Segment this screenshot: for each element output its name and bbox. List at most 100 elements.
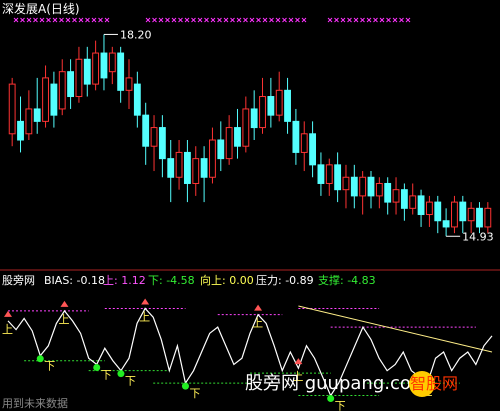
candle xyxy=(442,208,450,237)
candle-body xyxy=(292,120,300,153)
candle-body xyxy=(17,120,24,141)
candle xyxy=(200,146,208,203)
candle xyxy=(451,195,458,234)
candle xyxy=(476,202,483,234)
down-label: 下 xyxy=(189,387,200,400)
candle xyxy=(17,96,24,153)
candle-body xyxy=(300,133,308,153)
candle-body xyxy=(225,127,233,160)
candle xyxy=(67,59,75,109)
candle xyxy=(125,59,133,109)
up-arrow-marker xyxy=(4,310,12,317)
signal-x-mark xyxy=(379,17,385,23)
candle xyxy=(484,202,492,234)
signal-x-mark xyxy=(249,17,255,23)
candle xyxy=(242,96,250,153)
signal-x-mark xyxy=(269,17,274,23)
candle xyxy=(42,65,49,128)
candle-body xyxy=(175,151,183,178)
candle xyxy=(359,171,367,215)
candle xyxy=(267,77,275,128)
signal-x-mark xyxy=(197,17,203,23)
candle xyxy=(409,183,417,215)
candle xyxy=(292,108,300,165)
signal-x-mark xyxy=(98,17,103,23)
candle xyxy=(392,177,400,215)
candle-body xyxy=(200,158,208,178)
signal-x-mark xyxy=(366,17,372,23)
candle xyxy=(158,115,166,178)
candle-body xyxy=(309,133,317,166)
header-site: 股旁网 xyxy=(2,273,35,287)
signal-x-mark xyxy=(204,17,209,23)
signal-x-mark xyxy=(230,17,235,23)
candle xyxy=(58,59,66,116)
candle-body xyxy=(108,52,116,73)
candle-body xyxy=(8,83,16,135)
candle xyxy=(234,108,241,159)
candle-body xyxy=(209,139,216,178)
candle-body xyxy=(451,201,458,228)
candle xyxy=(83,46,91,97)
signal-x-mark xyxy=(65,17,71,23)
signal-x-mark xyxy=(223,17,229,23)
header-up: 上: 1.12 xyxy=(103,274,146,287)
down-dot-marker xyxy=(117,370,125,378)
signal-x-mark xyxy=(20,17,25,23)
down-dot-marker xyxy=(93,363,101,371)
candle-body xyxy=(25,108,33,135)
signal-x-mark xyxy=(13,17,19,23)
down-label: 下 xyxy=(101,368,112,381)
candle-body xyxy=(100,52,108,79)
signal-x-mark xyxy=(282,17,287,23)
signal-x-mark xyxy=(158,17,164,23)
candle xyxy=(250,90,258,140)
signal-x-mark xyxy=(210,17,216,23)
signal-x-mark xyxy=(178,17,183,23)
candle-body xyxy=(192,158,200,184)
candle xyxy=(8,77,16,147)
signal-x-mark xyxy=(275,17,281,23)
candle-body xyxy=(476,207,483,228)
signal-x-mark xyxy=(104,17,110,23)
candle xyxy=(350,164,358,209)
signal-x-mark xyxy=(72,17,77,23)
down-dot-marker xyxy=(36,355,44,363)
chart-canvas: 深发展A(日线) 股旁网 BIAS: -0.18 上: 1.12 下: -4.5… xyxy=(0,1,500,411)
candle xyxy=(342,164,350,209)
candle-body xyxy=(434,201,442,222)
candle-body xyxy=(183,151,191,184)
signal-x-mark xyxy=(392,17,398,23)
candle xyxy=(175,140,183,190)
signal-x-mark xyxy=(59,17,64,23)
signal-x-mark xyxy=(288,17,294,23)
candle xyxy=(367,171,375,209)
candle xyxy=(133,71,141,128)
max-annotation: 18.20 xyxy=(103,28,152,41)
signal-x-mark xyxy=(52,17,58,23)
signal-marks xyxy=(13,17,411,23)
candle xyxy=(108,46,116,85)
candle-body xyxy=(33,108,41,122)
header-xiangshang: 向上: 0.00 xyxy=(200,273,254,287)
candle xyxy=(417,189,425,227)
candle-body xyxy=(117,52,125,91)
candle-body xyxy=(259,96,266,129)
candle-body xyxy=(425,201,433,216)
signal-x-mark xyxy=(165,17,170,23)
signal-x-mark xyxy=(78,17,84,23)
candle-body xyxy=(459,201,467,222)
down-label: 下 xyxy=(125,375,136,388)
candle-body xyxy=(334,164,342,191)
candle-body xyxy=(325,164,333,184)
candle-body xyxy=(217,139,225,160)
candle-body xyxy=(167,158,175,178)
candle-body xyxy=(42,77,49,122)
header-zhicheng: 支撑: -4.83 xyxy=(318,273,376,287)
candle-body xyxy=(409,195,417,209)
max-price-label: 18.20 xyxy=(120,28,152,41)
logo-text: 智股网 xyxy=(410,374,458,393)
candle xyxy=(100,34,108,91)
trend-line xyxy=(298,305,493,353)
signal-x-mark xyxy=(85,17,90,23)
